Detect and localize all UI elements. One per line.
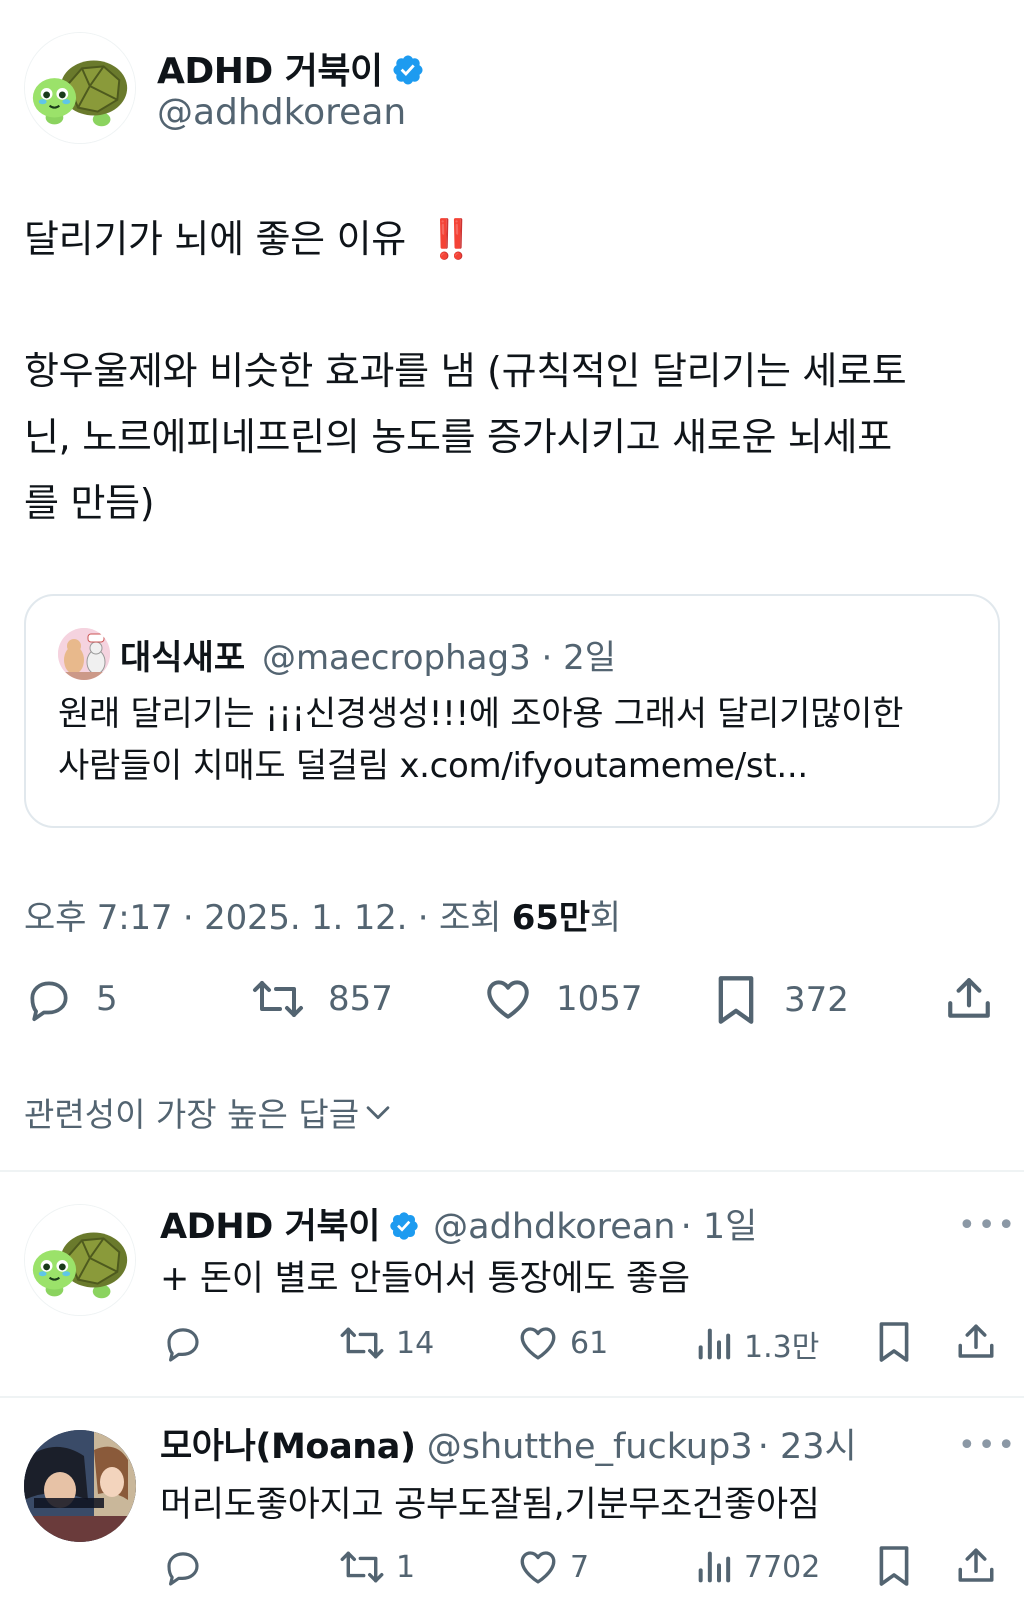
quote-text-line: 원래 달리기는 ¡¡¡신경생성!!!에 조아용 그래서 달리기많이한 xyxy=(58,694,904,734)
reply-author-avatar[interactable] xyxy=(24,1204,136,1316)
tweet-body-line: 항우울제와 비슷한 효과를 냄 (규칙적인 달리기는 세로토 xyxy=(24,349,907,393)
view-suffix: 회 xyxy=(589,898,621,938)
reply-divider xyxy=(0,1396,1024,1398)
bookmark-icon xyxy=(879,1322,909,1362)
like-button[interactable]: 1057 xyxy=(482,974,643,1024)
retweet-button[interactable]: 14 xyxy=(338,1322,434,1364)
anime-avatar-icon xyxy=(24,1430,136,1542)
reply-author-name[interactable]: ADHD 거북이 xyxy=(160,1207,380,1247)
bookmark-button[interactable] xyxy=(876,1544,912,1588)
tweet-body: 항우울제와 비슷한 효과를 냄 (규칙적인 달리기는 세로토 닌, 노르에피네프… xyxy=(24,338,1014,536)
reply-icon xyxy=(167,1552,199,1586)
reply-text: 머리도좋아지고 공부도잘됨,기분무조건좋아짐 xyxy=(160,1485,820,1525)
share-button[interactable] xyxy=(955,1544,997,1588)
cartoon-avatar-icon xyxy=(58,628,110,680)
reply-author-handle[interactable]: @shutthe_fuckup3 xyxy=(427,1427,753,1467)
bookmark-icon xyxy=(718,976,754,1024)
reply-time: · 23시 xyxy=(757,1427,857,1467)
reply-sort-dropdown[interactable]: 관련성이 가장 높은 답글 xyxy=(24,1088,395,1136)
reply-header: 모아나(Moana) @shutthe_fuckup3 · 23시 xyxy=(160,1418,857,1469)
retweet-count: 857 xyxy=(328,979,393,1019)
reply-author-avatar[interactable] xyxy=(24,1430,136,1542)
like-count: 61 xyxy=(570,1325,609,1361)
quote-text-line: 사람들이 치매도 덜걸림 x.com/ifyoutameme/st... xyxy=(58,746,808,786)
bookmark-button[interactable] xyxy=(876,1320,912,1364)
quote-author-name[interactable]: 대식새포 xyxy=(120,638,245,678)
heart-icon xyxy=(520,1327,556,1360)
author-name-text: ADHD 거북이 xyxy=(157,51,383,92)
reply-icon xyxy=(30,981,68,1022)
like-button[interactable]: 7 xyxy=(516,1546,589,1588)
verified-badge-icon xyxy=(390,1212,418,1240)
quote-time: · 2일 xyxy=(541,638,617,678)
view-count: 65만 xyxy=(511,898,590,938)
heart-icon xyxy=(487,980,529,1019)
retweet-icon xyxy=(253,981,303,1017)
retweet-count: 1 xyxy=(396,1549,416,1585)
author-handle[interactable]: @adhdkorean xyxy=(157,92,406,133)
reply-button[interactable] xyxy=(162,1322,204,1364)
share-icon xyxy=(958,1324,994,1358)
retweet-button[interactable]: 1 xyxy=(338,1546,415,1588)
bookmark-count: 372 xyxy=(784,980,849,1020)
like-button[interactable]: 61 xyxy=(516,1322,608,1364)
reply-author-handle[interactable]: @adhdkorean xyxy=(433,1207,675,1247)
quote-author-avatar xyxy=(58,628,110,680)
bookmark-icon xyxy=(879,1546,909,1586)
tweet-timestamp[interactable]: 오후 7:17 · 2025. 1. 12. · 조회 xyxy=(24,898,512,938)
more-options-icon[interactable]: ••• xyxy=(958,1208,1017,1243)
tweet-meta: 오후 7:17 · 2025. 1. 12. · 조회 65만회 xyxy=(24,890,621,939)
author-avatar[interactable] xyxy=(24,32,136,144)
share-button[interactable] xyxy=(944,974,994,1024)
view-count: 7702 xyxy=(744,1549,821,1585)
turtle-avatar-icon xyxy=(25,33,135,143)
views-button[interactable]: 7702 xyxy=(694,1546,820,1588)
tweet-body-line: 닌, 노르에피네프린의 농도를 증가시키고 새로운 뇌세포 xyxy=(24,415,892,459)
views-button[interactable]: 1.3만 xyxy=(694,1322,819,1366)
share-icon xyxy=(948,978,990,1018)
section-divider xyxy=(0,1170,1024,1172)
retweet-icon xyxy=(340,1551,384,1583)
quote-author-handle[interactable]: @maecrophag3 xyxy=(262,638,531,678)
analytics-icon xyxy=(698,1551,731,1583)
quote-header: 대식새포 @maecrophag3 · 2일 xyxy=(120,630,616,679)
tweet-body-line: 를 만듬) xyxy=(24,481,155,525)
author-name[interactable]: ADHD 거북이 xyxy=(157,42,425,94)
heart-icon xyxy=(520,1551,556,1584)
reply-sort-label: 관련성이 가장 높은 답글 xyxy=(24,1095,360,1134)
retweet-count: 14 xyxy=(396,1325,435,1361)
quoted-tweet-card[interactable]: 대식새포 @maecrophag3 · 2일 원래 달리기는 ¡¡¡신경생성!!… xyxy=(24,594,1000,828)
retweet-button[interactable]: 857 xyxy=(250,974,393,1024)
bookmark-button[interactable]: 372 xyxy=(714,974,849,1026)
reply-button[interactable]: 5 xyxy=(24,974,118,1024)
more-options-icon[interactable]: ••• xyxy=(958,1428,1017,1463)
like-count: 1057 xyxy=(556,979,643,1019)
reply-count: 5 xyxy=(96,979,118,1019)
reply-icon xyxy=(167,1328,199,1362)
share-button[interactable] xyxy=(955,1320,997,1364)
reply-time: · 1일 xyxy=(680,1207,758,1247)
view-count: 1.3만 xyxy=(744,1330,820,1365)
reply-author-name[interactable]: 모아나(Moana) xyxy=(160,1427,416,1467)
double-exclamation-emoji: ‼️ xyxy=(427,217,475,261)
reply-text: + 돈이 별로 안들어서 통장에도 좋음 xyxy=(160,1259,690,1299)
turtle-avatar-icon xyxy=(25,1205,135,1315)
verified-badge-icon xyxy=(393,55,423,85)
retweet-icon xyxy=(340,1327,384,1359)
quote-text: 원래 달리기는 ¡¡¡신경생성!!!에 조아용 그래서 달리기많이한 사람들이 … xyxy=(58,688,903,792)
reply-button[interactable] xyxy=(162,1546,204,1588)
like-count: 7 xyxy=(570,1549,590,1585)
tweet-title-line: 달리기가 뇌에 좋은 이유 ‼️ xyxy=(24,206,475,272)
chevron-down-icon xyxy=(366,1106,390,1120)
reply-header: ADHD 거북이 @adhdkorean · 1일 xyxy=(160,1198,757,1249)
tweet-title-text: 달리기가 뇌에 좋은 이유 xyxy=(24,217,406,261)
analytics-icon xyxy=(698,1328,731,1360)
share-icon xyxy=(958,1548,994,1582)
